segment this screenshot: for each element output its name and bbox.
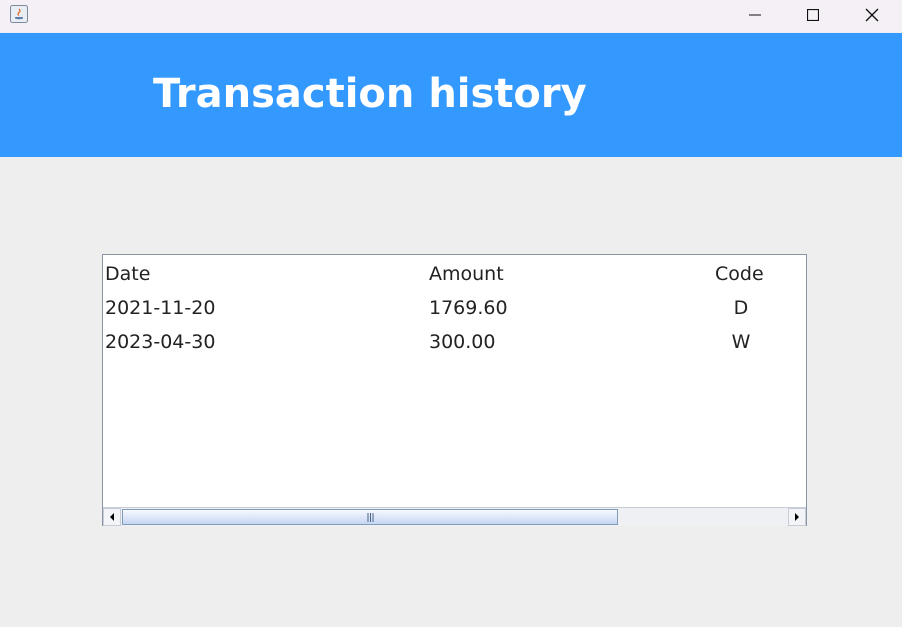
maximize-icon	[807, 9, 819, 21]
arrow-left-icon	[110, 513, 114, 521]
table-cell-amount: 300.00	[429, 331, 496, 353]
grip-icon	[367, 512, 373, 522]
column-header-code: Code	[715, 263, 764, 285]
header-banner: Transaction history	[0, 33, 902, 157]
close-button[interactable]	[843, 0, 901, 30]
column-header-amount: Amount	[429, 263, 504, 285]
table-cell-date: 2023-04-30	[105, 331, 216, 353]
close-icon	[865, 8, 879, 22]
scroll-thumb[interactable]	[122, 509, 618, 525]
minimize-button[interactable]	[726, 0, 784, 30]
page-title: Transaction history	[153, 71, 587, 117]
column-header-date: Date	[105, 263, 151, 285]
maximize-button[interactable]	[784, 0, 842, 30]
table-cell-date: 2021-11-20	[105, 297, 216, 319]
table-cell-code: D	[715, 296, 767, 320]
table-cell-code: W	[715, 330, 767, 354]
transaction-table[interactable]: Date Amount Code 2021-11-20 1769.60 D 20…	[102, 254, 807, 526]
app-window: Transaction history Date Amount Code 202…	[0, 0, 902, 627]
java-app-icon	[10, 5, 28, 23]
title-bar[interactable]	[0, 0, 902, 32]
code-value: W	[731, 331, 751, 353]
minimize-icon	[749, 14, 761, 16]
scroll-right-button[interactable]	[788, 508, 806, 526]
code-value: D	[733, 297, 749, 319]
horizontal-scrollbar[interactable]	[103, 507, 806, 526]
arrow-right-icon	[795, 513, 799, 521]
scroll-left-button[interactable]	[103, 508, 121, 526]
table-cell-amount: 1769.60	[429, 297, 508, 319]
